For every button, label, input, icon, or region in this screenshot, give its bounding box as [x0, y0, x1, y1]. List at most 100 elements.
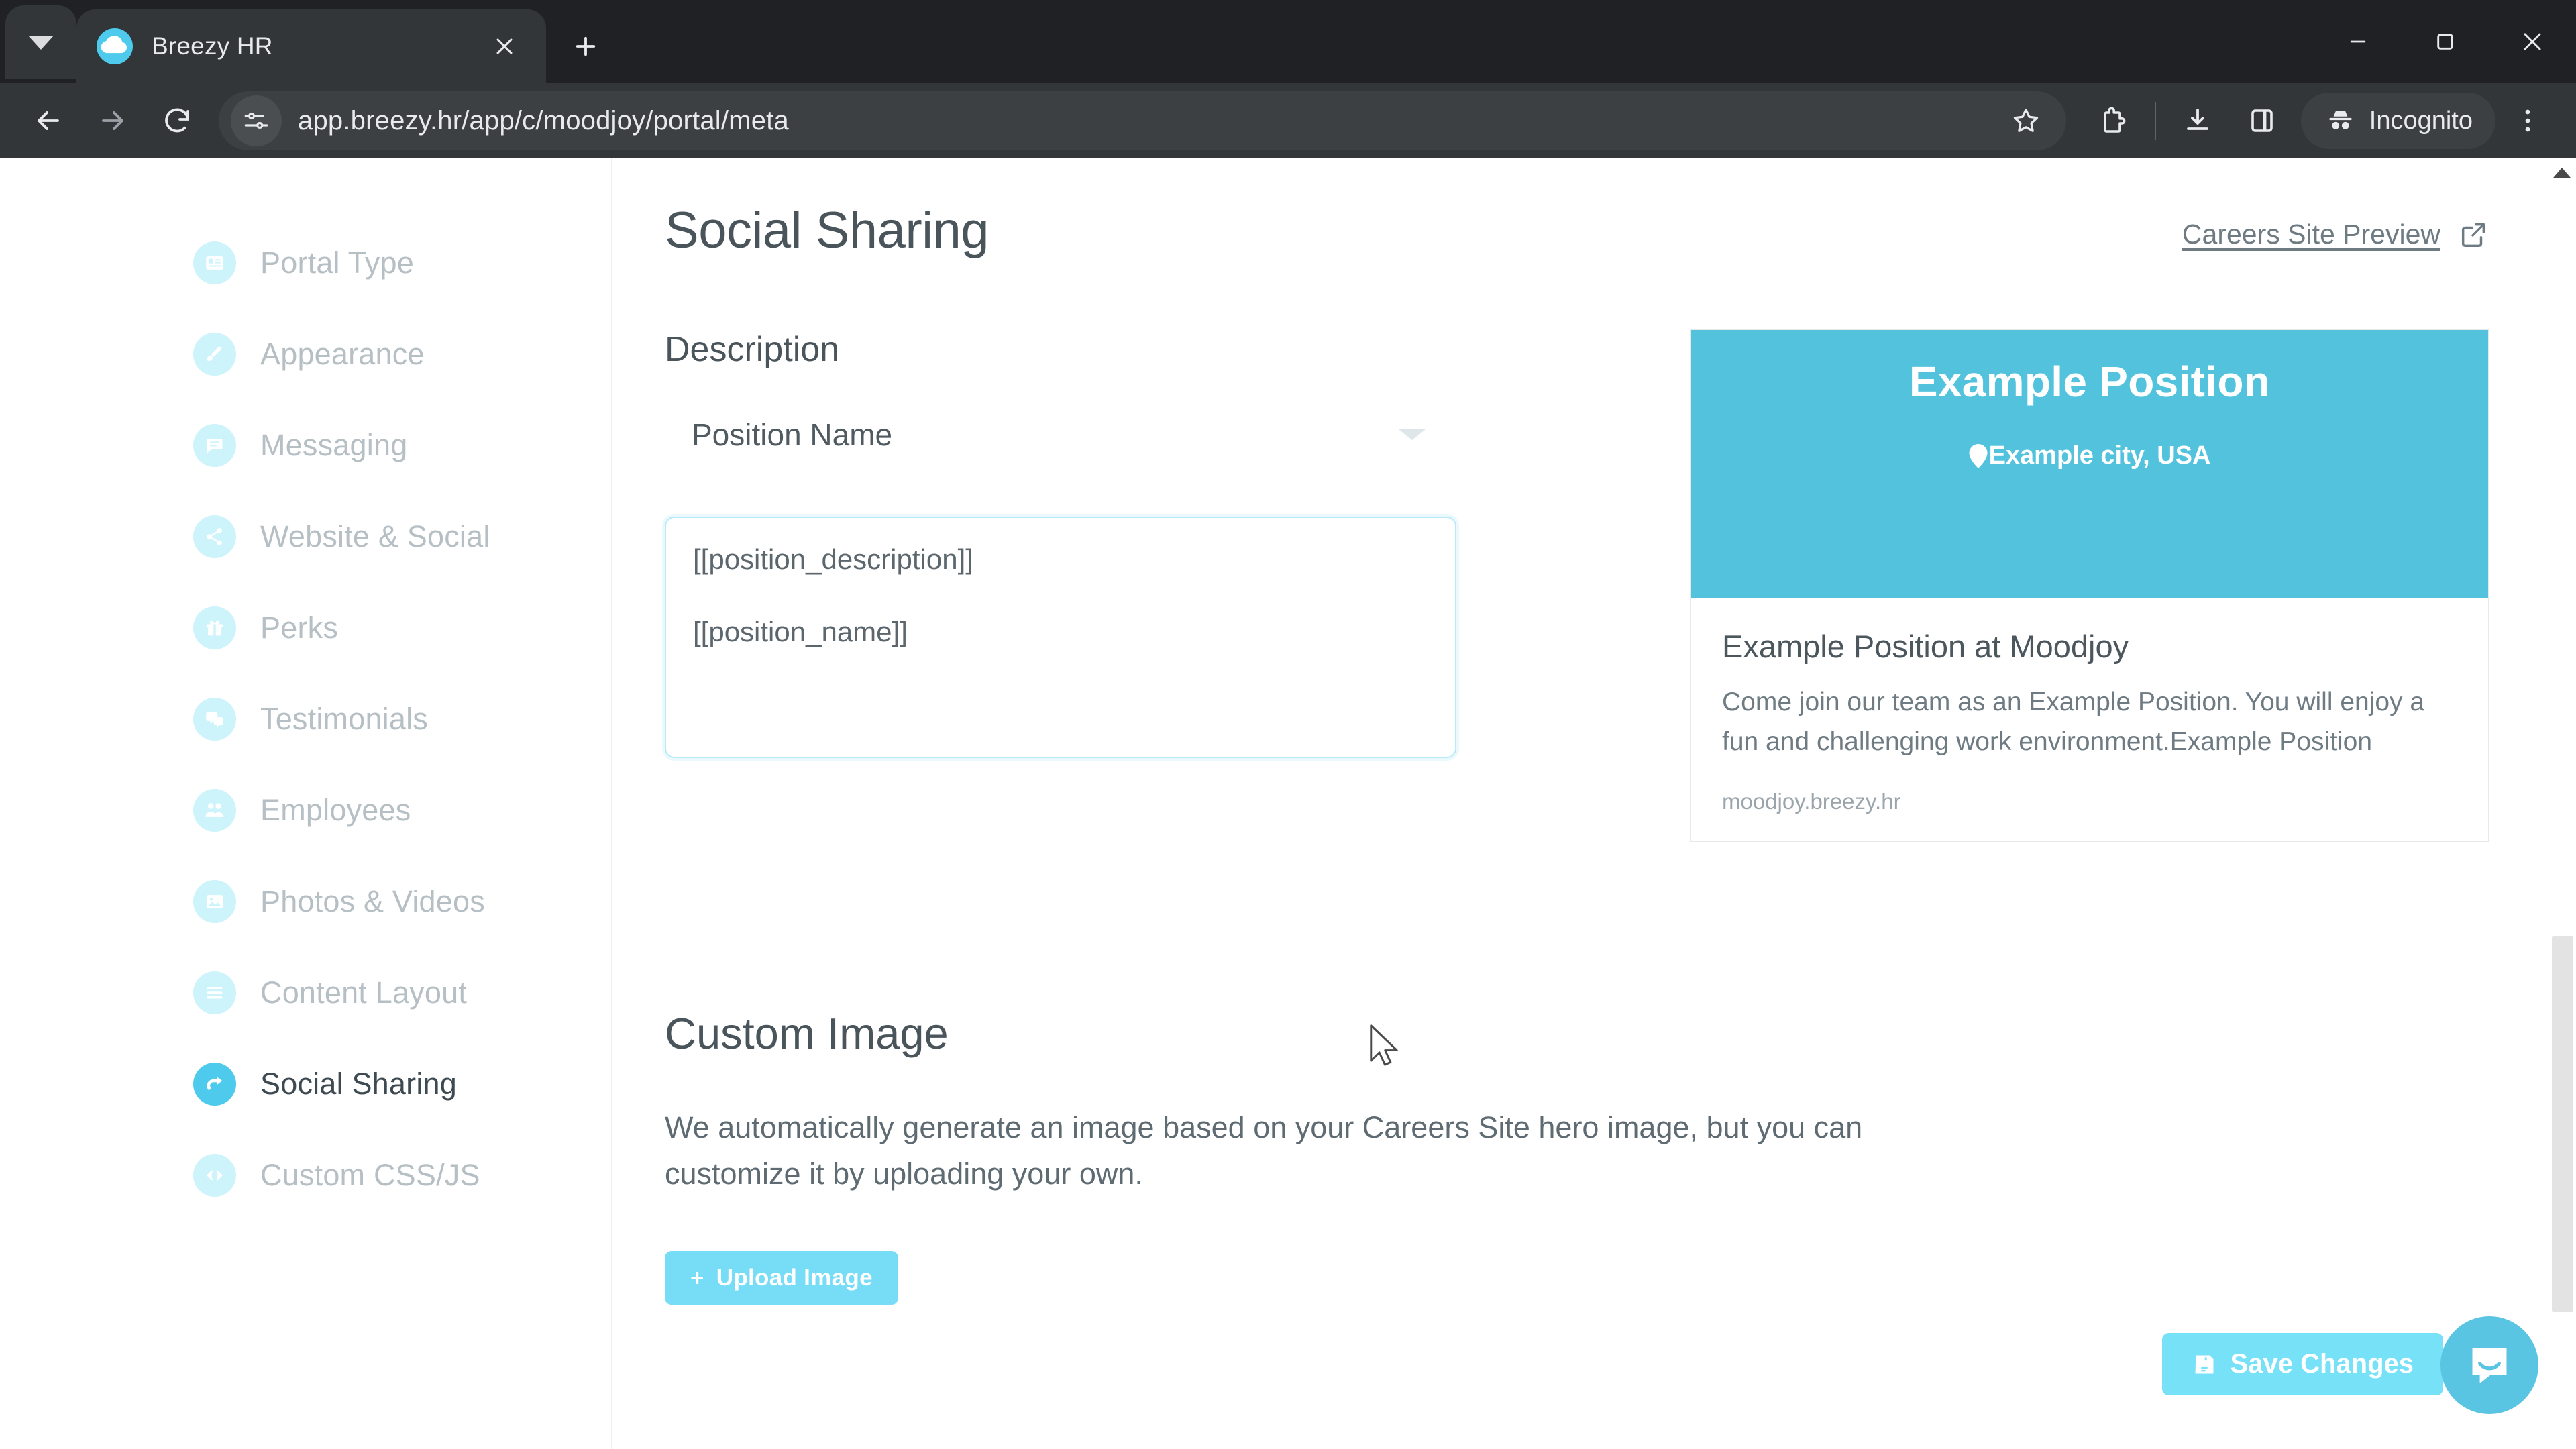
browser-toolbar: app.breezy.hr/app/c/moodjoy/portal/meta … — [0, 83, 2576, 158]
side-panel-icon[interactable] — [2230, 89, 2294, 153]
portal-type-icon — [193, 241, 236, 284]
address-bar[interactable]: app.breezy.hr/app/c/moodjoy/portal/meta — [219, 91, 2066, 150]
custom-image-title: Custom Image — [665, 1008, 949, 1058]
settings-content: Social Sharing Careers Site Preview Desc… — [612, 158, 2576, 1449]
toolbar-divider — [2154, 102, 2156, 140]
url-text: app.breezy.hr/app/c/moodjoy/portal/meta — [298, 105, 789, 136]
sidebar-item-perks[interactable]: Perks — [0, 582, 611, 674]
textarea-line: [[position_description]] — [693, 543, 973, 575]
minimize-button[interactable] — [2314, 0, 2402, 83]
tab-strip: Breezy HR — [0, 0, 2576, 83]
description-row: Description Position Name [[position_des… — [612, 329, 2576, 842]
sidebar-item-appearance[interactable]: Appearance — [0, 309, 611, 400]
sidebar-item-photos-videos[interactable]: Photos & Videos — [0, 856, 611, 947]
sidebar-item-label: Messaging — [260, 428, 408, 462]
browser-tab[interactable]: Breezy HR — [76, 9, 546, 83]
description-select[interactable]: Position Name — [665, 417, 1456, 476]
share-icon — [193, 515, 236, 558]
chat-bubble-icon — [2472, 1348, 2507, 1383]
preview-body: Example Position at Moodjoy Come join ou… — [1691, 598, 2488, 841]
careers-site-preview-link[interactable]: Careers Site Preview — [2182, 219, 2489, 250]
page-viewport: Portal Type Appearance Messaging Website… — [0, 158, 2576, 1449]
sidebar-item-label: Appearance — [260, 337, 425, 371]
profile-incognito-button[interactable]: Incognito — [2300, 93, 2496, 149]
sidebar-item-employees[interactable]: Employees — [0, 765, 611, 856]
sidebar-item-messaging[interactable]: Messaging — [0, 400, 611, 491]
preview-column: Example Position Example city, USA Examp… — [1503, 329, 2489, 842]
custom-image-section: Custom Image We automatically generate a… — [612, 1008, 2576, 1305]
sidebar-item-label: Perks — [260, 610, 339, 645]
sidebar-item-label: Portal Type — [260, 246, 415, 280]
downloads-icon[interactable] — [2165, 89, 2230, 153]
people-icon — [193, 789, 236, 832]
profile-label: Incognito — [2369, 106, 2473, 135]
close-icon[interactable] — [483, 25, 526, 68]
save-disk-icon — [2195, 1355, 2213, 1373]
description-label: Description — [665, 330, 840, 369]
chevron-down-icon — [28, 35, 54, 50]
cloud-icon — [97, 28, 133, 64]
new-tab-button[interactable] — [555, 16, 616, 76]
page-scrollbar[interactable] — [2549, 158, 2576, 1449]
message-icon — [193, 424, 236, 467]
social-preview-card: Example Position Example city, USA Examp… — [1690, 329, 2489, 842]
sidebar-item-label: Photos & Videos — [260, 884, 485, 918]
back-arrow-icon[interactable] — [16, 89, 80, 153]
incognito-icon — [2329, 111, 2352, 129]
textarea-line: [[position_name]] — [693, 616, 908, 648]
gift-icon — [193, 606, 236, 649]
custom-image-description: We automatically generate an image based… — [665, 1110, 1863, 1191]
sidebar-item-social-sharing[interactable]: Social Sharing — [0, 1038, 611, 1130]
code-icon — [193, 1154, 236, 1197]
description-textarea[interactable]: [[position_description]] [[position_name… — [665, 517, 1456, 758]
page-title: Social Sharing — [665, 202, 989, 259]
description-select-value: Position Name — [692, 417, 893, 452]
sidebar-item-label: Website & Social — [260, 519, 490, 553]
plus-icon: + — [690, 1265, 704, 1291]
preview-description: Come join our team as an Example Positio… — [1722, 688, 2425, 757]
preview-hero: Example Position Example city, USA — [1691, 330, 2488, 598]
sidebar-item-website-social[interactable]: Website & Social — [0, 491, 611, 582]
preview-hero-title: Example Position — [1909, 358, 2271, 406]
sidebar-item-portal-type[interactable]: Portal Type — [0, 217, 611, 309]
quote-icon — [193, 698, 236, 741]
sidebar-item-custom-css-js[interactable]: Custom CSS/JS — [0, 1130, 611, 1221]
star-icon[interactable] — [1998, 93, 2054, 149]
save-changes-label: Save Changes — [2230, 1349, 2414, 1379]
description-column: Description Position Name [[position_des… — [665, 329, 1503, 842]
maximize-button[interactable] — [2402, 0, 2489, 83]
social-share-icon — [193, 1063, 236, 1106]
map-pin-icon — [1969, 443, 1988, 468]
media-icon — [193, 880, 236, 923]
sidebar-item-label: Testimonials — [260, 702, 428, 736]
save-changes-button[interactable]: Save Changes — [2161, 1333, 2443, 1395]
close-window-button[interactable] — [2489, 0, 2576, 83]
scrollbar-thumb[interactable] — [2552, 936, 2573, 1312]
upload-image-button[interactable]: + Upload Image — [665, 1251, 898, 1305]
upload-image-label: Upload Image — [716, 1265, 873, 1291]
settings-sidebar: Portal Type Appearance Messaging Website… — [0, 158, 612, 1449]
layout-icon — [193, 971, 236, 1014]
sidebar-item-label: Employees — [260, 793, 411, 827]
scroll-up-arrow-icon[interactable] — [2553, 168, 2571, 178]
reload-icon[interactable] — [145, 89, 209, 153]
sidebar-item-content-layout[interactable]: Content Layout — [0, 947, 611, 1038]
window-controls — [2314, 0, 2576, 83]
tab-title: Breezy HR — [152, 32, 273, 60]
forward-arrow-icon[interactable] — [80, 89, 145, 153]
tune-icon[interactable] — [231, 95, 282, 146]
kebab-menu-icon[interactable] — [2496, 89, 2560, 153]
browser-window: Breezy HR app.breezy.hr/app/c/moodjoy/po… — [0, 0, 2576, 1449]
sidebar-item-testimonials[interactable]: Testimonials — [0, 674, 611, 765]
tab-search-button[interactable] — [5, 5, 76, 79]
sidebar-item-label: Social Sharing — [260, 1067, 457, 1101]
external-link-icon — [2461, 223, 2485, 247]
careers-site-preview-label: Careers Site Preview — [2182, 219, 2440, 250]
plus-icon — [576, 36, 596, 56]
extensions-icon[interactable] — [2081, 89, 2145, 153]
preview-hero-location: Example city, USA — [1969, 441, 2211, 470]
content-header: Social Sharing Careers Site Preview — [612, 201, 2576, 260]
preview-heading: Example Position at Moodjoy — [1722, 629, 2129, 664]
intercom-chat-button[interactable] — [2440, 1316, 2538, 1414]
preview-hero-location-text: Example city, USA — [1988, 441, 2211, 470]
